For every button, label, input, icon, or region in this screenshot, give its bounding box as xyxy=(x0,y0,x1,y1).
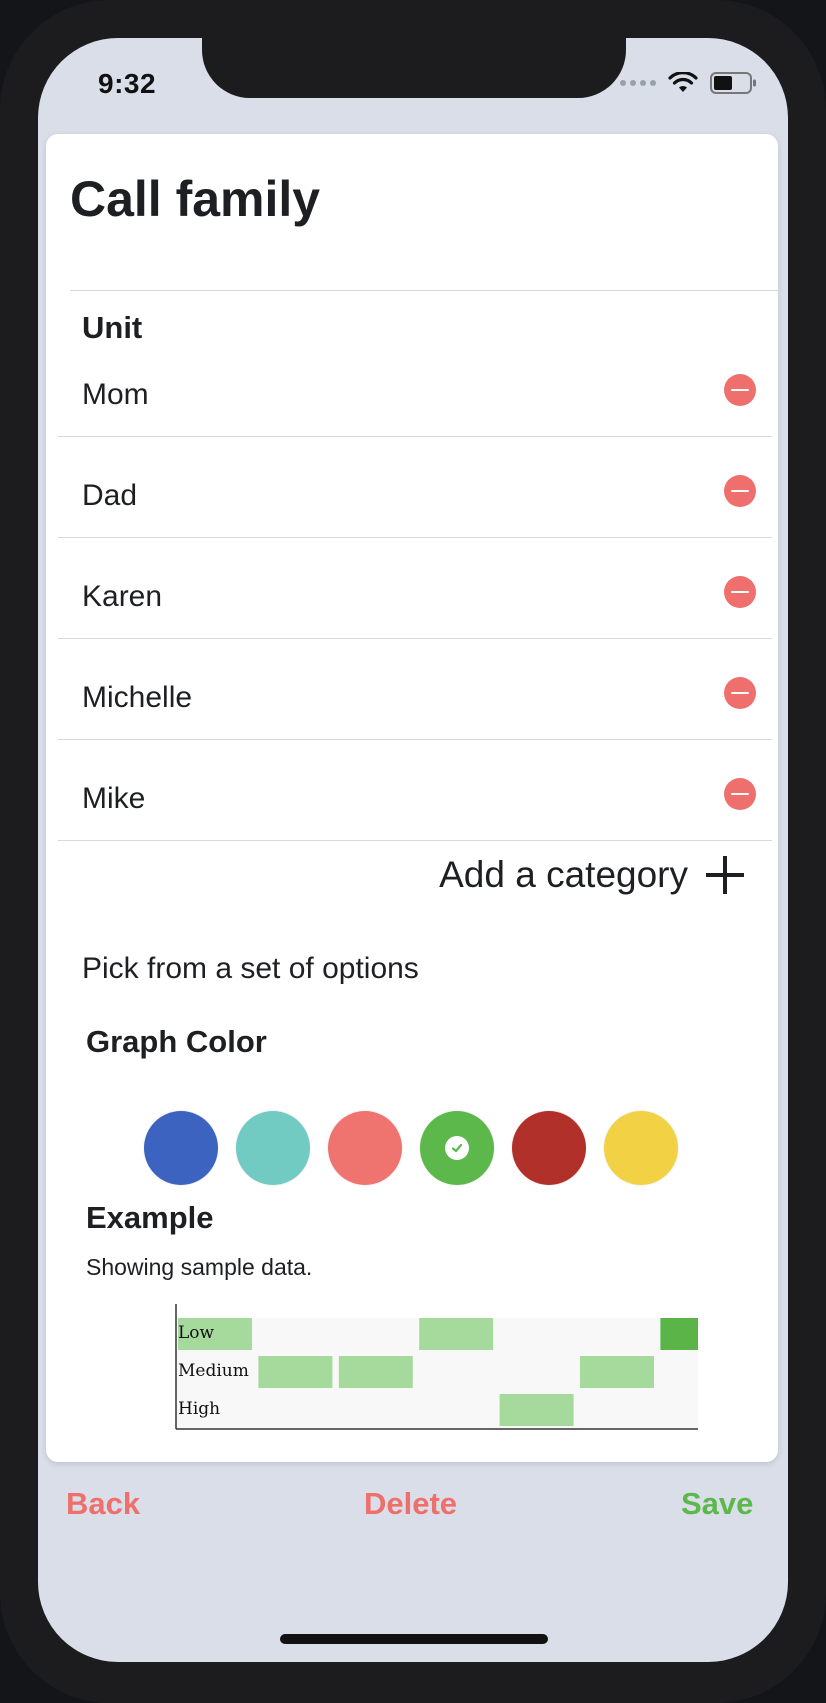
unit-row: Dad xyxy=(58,437,772,538)
example-chart: Low Medium High xyxy=(175,1304,698,1430)
chart-row-label: Medium xyxy=(178,1361,249,1381)
minus-icon xyxy=(731,490,749,492)
notch xyxy=(202,38,626,98)
add-category-button[interactable]: Add a category xyxy=(439,854,744,896)
checkmark-icon xyxy=(445,1136,469,1160)
chart-row-label: High xyxy=(178,1399,220,1419)
example-label: Example xyxy=(86,1200,214,1235)
remove-unit-button[interactable] xyxy=(724,576,756,608)
unit-row-label: Michelle xyxy=(82,681,193,714)
color-swatch[interactable] xyxy=(604,1111,678,1185)
add-category-label: Add a category xyxy=(439,854,688,895)
unit-row: Karen xyxy=(58,538,772,639)
color-swatch[interactable] xyxy=(144,1111,218,1185)
pick-options-text: Pick from a set of options xyxy=(82,952,419,985)
screen: 9:32 Call family Unit Mom Dad Karen Mich… xyxy=(38,38,788,1662)
unit-row: Mom xyxy=(58,336,772,437)
delete-button[interactable]: Delete xyxy=(364,1486,457,1522)
graph-color-label: Graph Color xyxy=(86,1024,267,1059)
title-divider xyxy=(70,290,778,291)
unit-row: Mike xyxy=(58,740,772,841)
color-swatch[interactable] xyxy=(512,1111,586,1185)
plus-icon xyxy=(706,856,744,894)
remove-unit-button[interactable] xyxy=(724,475,756,507)
chart-cell xyxy=(580,1356,654,1388)
example-subtitle: Showing sample data. xyxy=(86,1254,313,1280)
save-button[interactable]: Save xyxy=(681,1486,753,1522)
color-swatch[interactable] xyxy=(420,1111,494,1185)
unit-row-label: Mom xyxy=(82,378,149,411)
phone-frame: 9:32 Call family Unit Mom Dad Karen Mich… xyxy=(0,0,826,1703)
remove-unit-button[interactable] xyxy=(724,374,756,406)
wifi-icon xyxy=(668,72,698,92)
chart-cell xyxy=(419,1318,494,1350)
unit-row-label: Karen xyxy=(82,580,163,613)
minus-icon xyxy=(731,793,749,795)
minus-icon xyxy=(731,692,749,694)
unit-row: Michelle xyxy=(58,639,772,740)
chart-cell xyxy=(499,1394,574,1426)
chart-cell xyxy=(258,1356,333,1388)
status-icons xyxy=(620,68,758,98)
color-swatches xyxy=(144,1111,678,1185)
color-swatch[interactable] xyxy=(328,1111,402,1185)
home-indicator xyxy=(280,1634,548,1644)
remove-unit-button[interactable] xyxy=(724,677,756,709)
chart-cell xyxy=(660,1318,698,1350)
chart-row-label: Low xyxy=(178,1323,215,1343)
cellular-signal-icon xyxy=(620,80,656,86)
unit-row-label: Mike xyxy=(82,782,146,815)
remove-unit-button[interactable] xyxy=(724,778,756,810)
color-swatch[interactable] xyxy=(236,1111,310,1185)
chart-cell xyxy=(338,1356,413,1388)
minus-icon xyxy=(731,591,749,593)
page-title: Call family xyxy=(70,171,321,227)
status-time: 9:32 xyxy=(98,68,157,99)
minus-icon xyxy=(731,389,749,391)
battery-icon xyxy=(710,72,756,94)
bottom-bar: Back Delete Save xyxy=(38,1486,788,1546)
unit-row-label: Dad xyxy=(82,479,138,512)
edit-card: Call family Unit Mom Dad Karen Michelle … xyxy=(46,134,778,1462)
back-button[interactable]: Back xyxy=(66,1486,140,1522)
